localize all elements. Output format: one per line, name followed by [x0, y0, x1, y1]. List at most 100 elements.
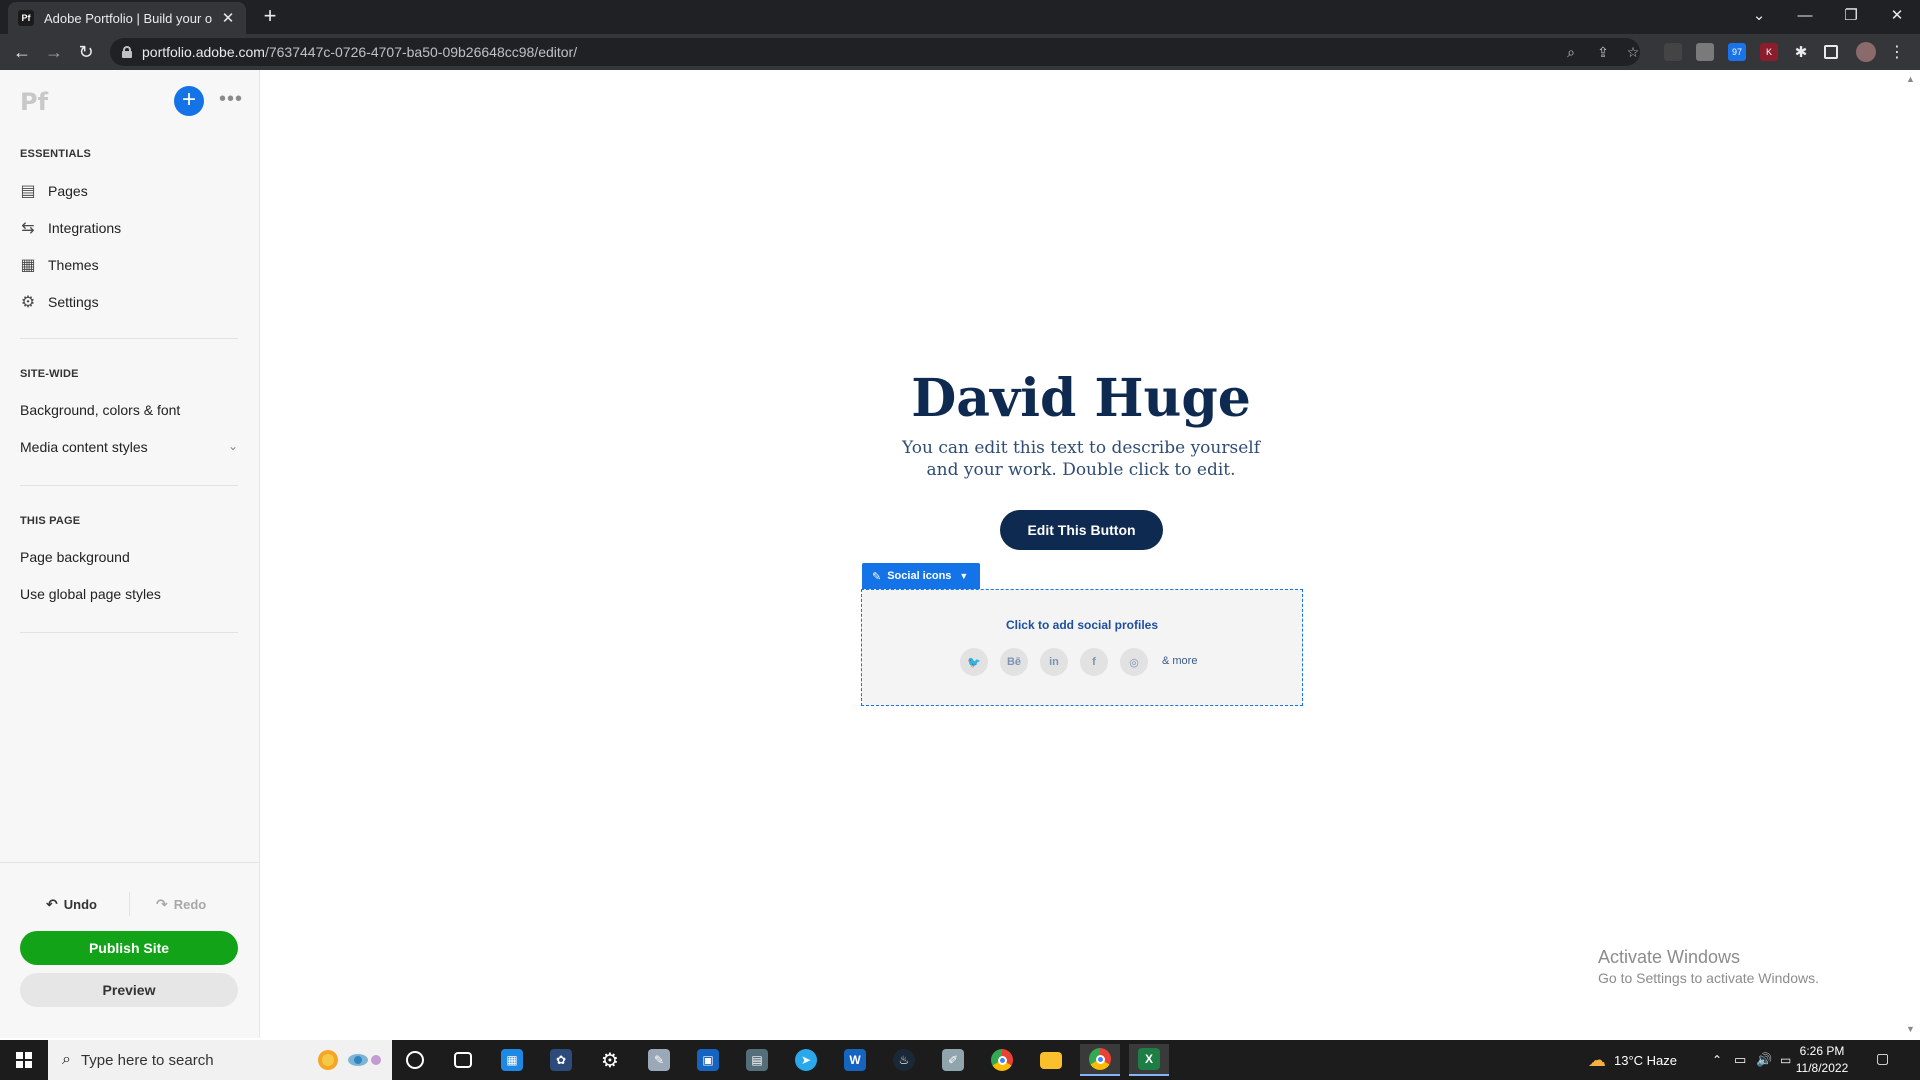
twitter-icon[interactable]: 🐦	[960, 648, 988, 676]
more-socials-label[interactable]: & more	[1162, 655, 1197, 667]
use-global-page-styles-item[interactable]: Use global page styles	[20, 586, 161, 602]
close-window-button[interactable]: ✕	[1874, 0, 1920, 30]
essentials-heading: ESSENTIALS	[20, 148, 92, 160]
photos-app-icon[interactable]: ▣	[688, 1044, 728, 1076]
sidebar-item-settings[interactable]: ⚙ Settings	[20, 289, 99, 315]
integrations-icon: ⇆	[21, 220, 35, 237]
tab-search-chevron-icon[interactable]: ⌄	[1736, 0, 1782, 30]
extension-k-icon[interactable]: K	[1760, 43, 1778, 61]
page-title[interactable]: David Huge	[261, 368, 1901, 429]
new-tab-button[interactable]: +	[257, 5, 283, 28]
preview-button[interactable]: Preview	[20, 973, 238, 1007]
canvas-scrollbar[interactable]	[1904, 70, 1920, 1038]
address-bar[interactable]: portfolio.adobe.com/7637447c-0726-4707-b…	[110, 38, 1640, 66]
pencil-icon: ✎	[872, 570, 882, 583]
reload-icon[interactable]: ↻	[74, 40, 98, 64]
scroll-up-icon[interactable]: ▲	[1906, 74, 1915, 84]
browser-tab[interactable]: Pf Adobe Portfolio | Build your own ✕	[8, 2, 246, 34]
sidebar-item-label: Themes	[48, 257, 99, 273]
store-icon[interactable]: ▦	[492, 1044, 532, 1076]
browser-menu-icon[interactable]: ⋮	[1888, 43, 1906, 61]
undo-redo-separator	[129, 892, 130, 916]
page-icon: ▤	[20, 183, 36, 200]
share-icon[interactable]: ⇪	[1594, 43, 1612, 61]
volume-icon[interactable]: 🔊	[1756, 1040, 1772, 1080]
linkedin-icon[interactable]: in	[1040, 648, 1068, 676]
start-button[interactable]	[0, 1040, 48, 1080]
undo-button[interactable]: ↶ Undo	[46, 896, 97, 913]
taskbar-clock[interactable]: 6:26 PM 11/8/2022	[1794, 1043, 1850, 1077]
network-icon[interactable]: ▭	[1780, 1040, 1791, 1080]
search-placeholder: Type here to search	[80, 1051, 214, 1069]
word-app-icon[interactable]: W	[835, 1044, 875, 1076]
side-panel-icon[interactable]	[1824, 45, 1838, 59]
steam-icon[interactable]: ♨	[884, 1044, 924, 1076]
background-colors-font-item[interactable]: Background, colors & font	[20, 402, 180, 418]
section-divider	[20, 338, 238, 339]
settings-app-icon[interactable]: ⚙	[590, 1044, 630, 1076]
calculator-icon[interactable]: ▤	[737, 1044, 777, 1076]
taskbar-search-box[interactable]: ⌕ Type here to search	[48, 1040, 392, 1080]
chrome-icon[interactable]	[982, 1044, 1022, 1076]
chevron-down-icon[interactable]: ⌄	[228, 439, 238, 453]
page-background-item[interactable]: Page background	[20, 549, 130, 565]
file-explorer-icon[interactable]	[1031, 1044, 1071, 1076]
zoom-search-icon[interactable]: ⌕	[1562, 43, 1580, 61]
extension-cloud-icon[interactable]	[1664, 43, 1682, 61]
sidebar-item-themes[interactable]: ▦ Themes	[20, 252, 99, 278]
cortana-icon[interactable]	[395, 1044, 435, 1076]
redo-icon: ↷	[156, 896, 168, 912]
excel-app-icon[interactable]: X	[1129, 1044, 1169, 1076]
add-social-profiles-link[interactable]: Click to add social profiles	[862, 618, 1302, 632]
more-options-icon[interactable]: •••	[218, 86, 244, 116]
add-content-button[interactable]: +	[174, 86, 204, 116]
extension-image-icon[interactable]	[1696, 43, 1714, 61]
scroll-down-icon[interactable]: ▼	[1906, 1024, 1915, 1034]
profile-avatar[interactable]	[1856, 42, 1876, 62]
social-icons-tag[interactable]: ✎ Social icons ▼	[862, 563, 980, 589]
telegram-icon[interactable]: ➤	[786, 1044, 826, 1076]
portfolio-favicon-icon: Pf	[18, 10, 34, 26]
show-hidden-icons[interactable]: ⌃	[1712, 1040, 1722, 1080]
photo-app-icon[interactable]: ✿	[541, 1044, 581, 1076]
hero-description[interactable]: You can edit this text to describe yours…	[901, 437, 1261, 481]
themes-icon: ▦	[20, 257, 36, 274]
sidebar-item-integrations[interactable]: ⇆ Integrations	[20, 215, 121, 241]
edit-this-button[interactable]: Edit This Button	[1000, 510, 1163, 550]
meet-now-icon[interactable]: ▭	[1734, 1040, 1746, 1080]
media-content-styles-item[interactable]: Media content styles	[20, 439, 148, 455]
notifications-icon[interactable]: ▢	[1876, 1050, 1896, 1070]
sidebar-item-pages[interactable]: ▤ Pages	[20, 178, 88, 204]
instagram-icon[interactable]: ◎	[1120, 648, 1148, 676]
sidebar-item-label: Integrations	[48, 220, 122, 236]
editor-canvas: David Huge You can edit this text to des…	[261, 70, 1901, 1038]
forward-icon[interactable]: →	[42, 40, 66, 64]
chrome-active-window-icon[interactable]	[1080, 1044, 1120, 1076]
bookmark-star-icon[interactable]: ☆	[1624, 43, 1642, 61]
task-view-icon[interactable]	[443, 1044, 483, 1076]
search-highlight-art-icon	[318, 1050, 381, 1070]
behance-icon[interactable]: Bē	[1000, 648, 1028, 676]
paint-app-icon[interactable]: ✎	[639, 1044, 679, 1076]
this-page-heading: THIS PAGE	[20, 515, 81, 527]
clock-time: 6:26 PM	[1799, 1044, 1845, 1058]
minimize-button[interactable]: —	[1782, 0, 1828, 30]
weather-widget[interactable]: ☁ 13°C Haze	[1588, 1040, 1677, 1080]
restore-button[interactable]: ❐	[1828, 0, 1874, 30]
tab-title: Adobe Portfolio | Build your own	[44, 10, 212, 26]
publish-site-button[interactable]: Publish Site	[20, 931, 238, 965]
lock-icon	[122, 46, 132, 58]
notes-app-icon[interactable]: ✐	[933, 1044, 973, 1076]
back-icon[interactable]: ←	[10, 40, 34, 64]
editor-sidebar: Pf + ••• ESSENTIALS ▤ Pages ⇆ Integratio…	[0, 70, 260, 1038]
facebook-icon[interactable]: f	[1080, 648, 1108, 676]
footer-divider	[0, 862, 260, 863]
social-icons-block[interactable]: Click to add social profiles 🐦 Bē in f ◎…	[861, 589, 1303, 706]
extensions-puzzle-icon[interactable]: ✱	[1792, 43, 1810, 61]
portfolio-logo: Pf	[20, 88, 49, 116]
extension-badge-icon[interactable]: 97	[1728, 43, 1746, 61]
redo-button[interactable]: ↷ Redo	[156, 896, 206, 913]
sidebar-item-label: Pages	[48, 183, 88, 199]
close-tab-icon[interactable]: ✕	[220, 9, 236, 27]
section-divider	[20, 632, 238, 633]
